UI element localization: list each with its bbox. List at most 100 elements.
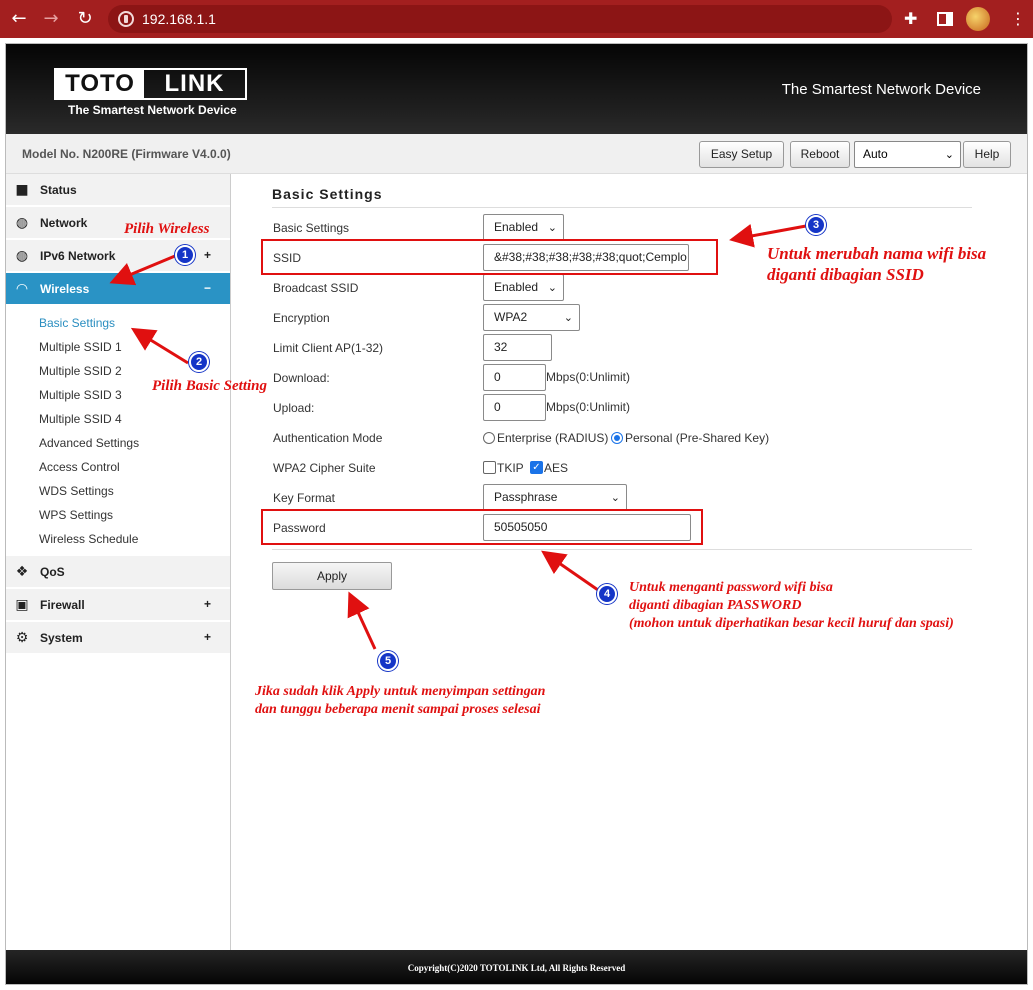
personal-radio-label[interactable]: Personal (Pre-Shared Key) (625, 431, 769, 445)
profile-avatar-icon[interactable] (966, 7, 990, 31)
tkip-label[interactable]: TKIP (497, 461, 524, 475)
annotation-5-line2: dan tunggu beberapa menit sampai proses … (255, 702, 541, 717)
step-1-badge: 1 (175, 245, 195, 265)
chevron-down-icon: ⌄ (547, 221, 557, 234)
key-format-select[interactable]: Passphrase ⌄ (483, 484, 627, 511)
model-number: Model No. N200RE (Firmware V4.0.0) (22, 147, 231, 161)
chevron-down-icon: ⌄ (547, 281, 557, 294)
extensions-puzzle-icon[interactable]: ✚ (904, 8, 917, 30)
site-info-icon[interactable] (118, 11, 134, 27)
address-bar[interactable]: 192.168.1.1 (108, 5, 892, 33)
download-unit: Mbps(0:Unlimit) (546, 370, 631, 384)
submenu-access-control[interactable]: Access Control (39, 460, 120, 474)
chevron-down-icon: ⌄ (944, 148, 954, 161)
sidebar-item-system[interactable]: ⚙ System + (6, 622, 230, 654)
logo-tagline: The Smartest Network Device (68, 103, 237, 117)
download-label: Download: (273, 371, 330, 385)
key-format-label: Key Format (273, 491, 336, 505)
sidebar-item-label: Firewall (40, 598, 85, 612)
submenu-multiple-ssid-4[interactable]: Multiple SSID 4 (39, 412, 122, 426)
reboot-button[interactable]: Reboot (790, 141, 850, 168)
submenu-multiple-ssid-1[interactable]: Multiple SSID 1 (39, 340, 122, 354)
copyright-text: Copyright(C)2020 TOTOLINK Ltd, All Right… (407, 963, 626, 973)
expand-plus-icon[interactable]: + (204, 630, 211, 644)
broadcast-ssid-select[interactable]: Enabled ⌄ (483, 274, 564, 301)
gear-icon: ⚙ (15, 630, 29, 646)
chat-bubble-icon: ■ (15, 182, 29, 198)
forward-arrow-icon[interactable]: → (40, 8, 62, 30)
limit-client-label: Limit Client AP(1-32) (273, 341, 384, 355)
browser-menu-icon[interactable]: ⋮ (1010, 8, 1026, 30)
limit-client-input[interactable]: 32 (483, 334, 552, 361)
globe-icon: ◍ (15, 248, 29, 264)
router-toolbar: Model No. N200RE (Firmware V4.0.0) Easy … (6, 134, 1027, 174)
annotation-4-line3: (mohon untuk diperhatikan besar kecil hu… (629, 616, 954, 631)
submenu-wds-settings[interactable]: WDS Settings (39, 484, 114, 498)
submenu-multiple-ssid-3[interactable]: Multiple SSID 3 (39, 388, 122, 402)
submenu-multiple-ssid-2[interactable]: Multiple SSID 2 (39, 364, 122, 378)
logo-left-text: TOTO (56, 70, 144, 98)
aes-checkbox[interactable]: ✓ (530, 461, 543, 474)
broadcast-ssid-label: Broadcast SSID (273, 281, 359, 295)
header-tagline: The Smartest Network Device (781, 81, 981, 98)
collapse-minus-icon[interactable]: − (204, 281, 211, 295)
expand-plus-icon[interactable]: + (204, 597, 211, 611)
upload-input[interactable]: 0 (483, 394, 546, 421)
limit-client-value: 32 (494, 340, 508, 354)
encryption-label: Encryption (273, 311, 330, 325)
aes-label[interactable]: AES (544, 461, 568, 475)
basic-settings-select[interactable]: Enabled ⌄ (483, 214, 564, 241)
back-arrow-icon[interactable]: ← (8, 8, 30, 30)
password-highlight-box (261, 509, 703, 545)
annotation-5-line1: Jika sudah klik Apply untuk menyimpan se… (255, 684, 546, 699)
sidebar-item-label: Network (40, 216, 88, 230)
sidebar-item-label: IPv6 Network (40, 249, 116, 263)
language-select-value: Auto (863, 147, 888, 161)
download-input[interactable]: 0 (483, 364, 546, 391)
page-title: Basic Settings (272, 186, 383, 202)
ssid-highlight-box (261, 239, 718, 275)
side-panel-icon[interactable] (937, 12, 953, 26)
url-text: 192.168.1.1 (142, 11, 216, 27)
expand-plus-icon[interactable]: + (204, 248, 211, 262)
submenu-wps-settings[interactable]: WPS Settings (39, 508, 113, 522)
step-5-badge: 5 (378, 651, 398, 671)
help-button[interactable]: Help (963, 141, 1011, 168)
annotation-3-line2: diganti dibagian SSID (767, 265, 924, 284)
cipher-suite-label: WPA2 Cipher Suite (273, 461, 376, 475)
tkip-checkbox[interactable] (483, 461, 496, 474)
basic-settings-value: Enabled (494, 220, 539, 234)
submenu-advanced-settings[interactable]: Advanced Settings (39, 436, 139, 450)
language-select[interactable]: Auto ⌄ (854, 141, 961, 168)
sidebar-item-qos[interactable]: ❖ QoS (6, 556, 230, 588)
submenu-wireless-schedule[interactable]: Wireless Schedule (39, 532, 138, 546)
router-header: TOTO LINK The Smartest Network Device Th… (6, 44, 1027, 134)
submenu-basic-settings[interactable]: Basic Settings (39, 316, 115, 330)
easy-setup-button[interactable]: Easy Setup (699, 141, 784, 168)
broadcast-ssid-value: Enabled (494, 280, 539, 294)
personal-radio[interactable] (611, 432, 623, 444)
upload-unit: Mbps(0:Unlimit) (546, 400, 631, 414)
sidebar-item-firewall[interactable]: ▣ Firewall + (6, 589, 230, 621)
sidebar-item-label: Status (40, 183, 77, 197)
enterprise-radio-label[interactable]: Enterprise (RADIUS) (497, 431, 608, 445)
form-divider (272, 549, 972, 550)
enterprise-radio[interactable] (483, 432, 495, 444)
qos-icon: ❖ (15, 564, 29, 580)
apply-button[interactable]: Apply (272, 562, 392, 590)
step-4-badge: 4 (597, 584, 617, 604)
auth-mode-label: Authentication Mode (273, 431, 383, 445)
upload-label: Upload: (273, 401, 315, 415)
reload-icon[interactable]: ↻ (74, 8, 96, 30)
annotation-4-line2: diganti dibagian PASSWORD (629, 598, 802, 613)
sidebar-item-label: System (40, 631, 83, 645)
basic-settings-label: Basic Settings (273, 221, 350, 235)
sidebar-item-ipv6-network[interactable]: ◍ IPv6 Network + (6, 240, 230, 272)
annotation-2-text: Pilih Basic Setting (152, 378, 268, 394)
sidebar-item-label: QoS (40, 565, 65, 579)
sidebar-item-wireless[interactable]: ◠ Wireless − (6, 273, 230, 305)
annotation-1-text: Pilih Wireless (124, 221, 210, 237)
sidebar-item-status[interactable]: ■ Status (6, 174, 230, 206)
encryption-select[interactable]: WPA2 ⌄ (483, 304, 580, 331)
download-value: 0 (494, 370, 501, 384)
